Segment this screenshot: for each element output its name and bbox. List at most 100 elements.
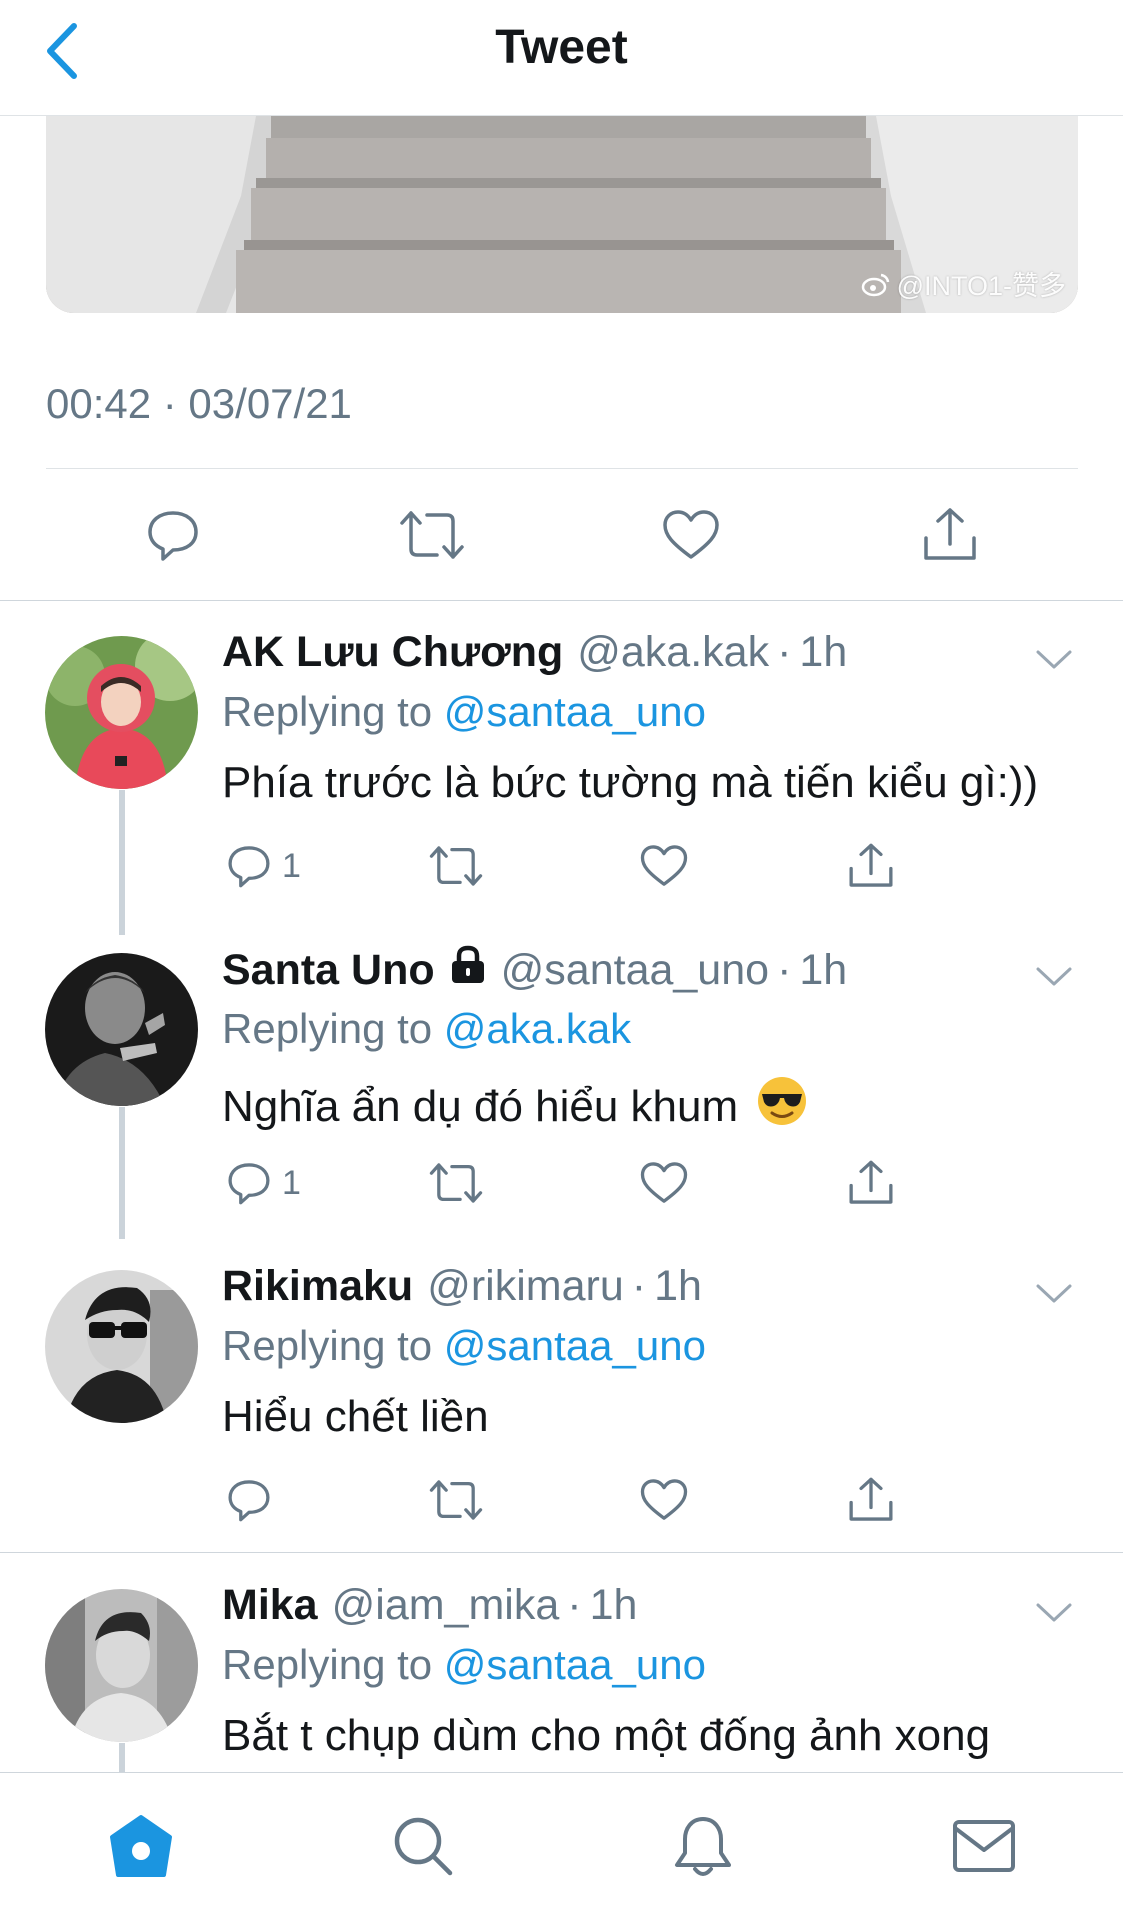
mention-link[interactable]: @santaa_uno [444, 1322, 706, 1369]
chevron-down-icon [1036, 967, 1072, 986]
like-button[interactable] [640, 1470, 688, 1530]
separator-dot: · [567, 1581, 582, 1629]
sunglasses-emoji [756, 1075, 808, 1138]
reply-count: 1 [282, 1163, 301, 1202]
more-options-button[interactable] [1030, 953, 1078, 1001]
user-handle: @iam_mika [331, 1581, 560, 1629]
like-button[interactable] [640, 836, 688, 896]
user-handle: @santaa_uno [500, 946, 770, 994]
media-watermark: @INTO1-赞多 [861, 264, 1066, 303]
separator-dot: · [777, 946, 792, 994]
display-name[interactable]: Santa Uno [222, 946, 435, 995]
reply-text: Phía trước là bức tường mà tiến kiểu gì:… [222, 758, 1039, 807]
share-icon [849, 1160, 893, 1204]
user-handle: @rikimaru [427, 1262, 624, 1310]
retweet-button[interactable] [392, 495, 472, 575]
replying-to-label: Replying to [222, 1322, 444, 1369]
reply-time: 1h [799, 946, 848, 994]
reply-action-bar [222, 1470, 922, 1530]
retweet-icon [429, 1480, 483, 1520]
tab-messages[interactable] [939, 1801, 1029, 1891]
tweet-action-bar [0, 495, 1123, 575]
reply-button[interactable]: 1 [226, 1153, 301, 1213]
mention-link[interactable]: @santaa_uno [444, 688, 706, 735]
replying-to-line: Replying to @aka.kak [222, 1005, 631, 1053]
reply-text: Nghĩa ẩn dụ đó hiểu khum [222, 1081, 739, 1131]
reply-header: Mika @iam_mika · 1h [222, 1581, 637, 1630]
thread-line [119, 790, 125, 935]
heart-icon [663, 510, 719, 559]
separator-dot: · [777, 628, 792, 676]
share-button[interactable] [847, 1153, 895, 1213]
reply-text: Bắt t chụp dùm cho một đống ảnh xong [222, 1711, 991, 1760]
avatar[interactable] [45, 953, 198, 1106]
chevron-down-icon [1036, 650, 1072, 669]
speech-bubble-icon [228, 1163, 270, 1205]
retweet-icon [400, 511, 464, 559]
divider [46, 468, 1078, 469]
avatar[interactable] [45, 1270, 198, 1423]
bell-icon [675, 1817, 731, 1876]
search-icon [394, 1817, 453, 1876]
reply-tweet[interactable]: Rikimaku @rikimaru · 1h Replying to @san… [0, 1234, 1123, 1549]
retweet-icon [429, 1163, 483, 1203]
navigation-header: Tweet [0, 0, 1123, 116]
tab-search[interactable] [378, 1801, 468, 1891]
thread-line [119, 1743, 125, 1772]
reply-button[interactable] [226, 1470, 282, 1530]
mention-link[interactable]: @santaa_uno [444, 1641, 706, 1688]
avatar[interactable] [45, 1589, 198, 1742]
heart-icon [640, 1479, 688, 1520]
replying-to-label: Replying to [222, 1005, 444, 1052]
retweet-icon [429, 846, 483, 886]
tweet-timestamp: 00:42 · 03/07/21 [46, 380, 352, 427]
bottom-tab-bar [0, 1772, 1123, 1920]
more-options-button[interactable] [1030, 1270, 1078, 1318]
reply-time: 1h [654, 1262, 702, 1310]
like-button[interactable] [640, 1153, 688, 1213]
reply-tweet[interactable]: Santa Uno @santaa_uno · 1h Replying to @… [0, 917, 1123, 1239]
mail-icon [953, 1820, 1015, 1872]
reply-action-bar: 1 [222, 836, 922, 896]
reply-header: Santa Uno @santaa_uno · 1h [222, 945, 847, 996]
reply-button[interactable]: 1 [226, 836, 301, 896]
reply-action-bar: 1 [222, 1153, 922, 1213]
reply-text-line: Nghĩa ẩn dụ đó hiểu khum [222, 1075, 808, 1138]
avatar[interactable] [45, 636, 198, 789]
display-name[interactable]: AK Lưu Chương [222, 628, 563, 677]
chevron-down-icon [1036, 1603, 1072, 1622]
reply-header: Rikimaku @rikimaru · 1h [222, 1262, 702, 1311]
share-button[interactable] [847, 836, 895, 896]
tweet-media-image[interactable]: @INTO1-赞多 [46, 116, 1078, 313]
speech-bubble-icon [228, 1480, 270, 1522]
home-icon [110, 1815, 172, 1877]
thread-line [119, 1107, 125, 1239]
more-options-button[interactable] [1030, 636, 1078, 684]
share-icon [849, 1477, 893, 1521]
reply-tweet[interactable]: Mika @iam_mika · 1h Replying to @santaa_… [0, 1553, 1123, 1772]
heart-icon [640, 1162, 688, 1203]
retweet-button[interactable] [429, 1153, 483, 1213]
page-title: Tweet [495, 21, 628, 74]
like-button[interactable] [651, 495, 731, 575]
tab-home[interactable] [96, 1801, 186, 1891]
tab-notifications[interactable] [658, 1801, 748, 1891]
heart-icon [640, 845, 688, 886]
weibo-icon [861, 273, 889, 296]
display-name[interactable]: Rikimaku [222, 1262, 413, 1311]
retweet-button[interactable] [429, 836, 483, 896]
replying-to-line: Replying to @santaa_uno [222, 1641, 706, 1689]
share-button[interactable] [910, 495, 990, 575]
mention-link[interactable]: @aka.kak [444, 1005, 631, 1052]
reply-tweet[interactable]: AK Lưu Chương @aka.kak · 1h Replying to … [0, 600, 1123, 935]
share-button[interactable] [847, 1470, 895, 1530]
user-handle: @aka.kak [577, 628, 770, 676]
lock-icon [449, 945, 487, 996]
speech-bubble-icon [148, 511, 198, 561]
retweet-button[interactable] [429, 1470, 483, 1530]
reply-button[interactable] [133, 495, 213, 575]
chevron-down-icon [1036, 1284, 1072, 1303]
reply-header: AK Lưu Chương @aka.kak · 1h [222, 628, 847, 677]
more-options-button[interactable] [1030, 1589, 1078, 1637]
display-name[interactable]: Mika [222, 1581, 318, 1630]
